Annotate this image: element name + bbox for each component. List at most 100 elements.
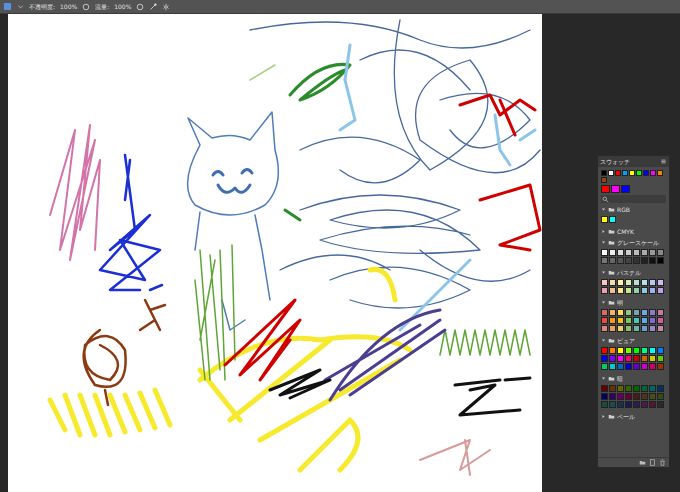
- color-swatch[interactable]: [657, 355, 664, 362]
- color-swatch[interactable]: [609, 363, 616, 370]
- chevron-icon[interactable]: [601, 376, 606, 381]
- color-swatch[interactable]: [649, 385, 656, 392]
- new-folder-icon[interactable]: [639, 459, 646, 466]
- color-swatch[interactable]: [621, 185, 630, 193]
- color-swatch[interactable]: [657, 347, 664, 354]
- color-swatch[interactable]: [601, 249, 608, 256]
- color-swatch[interactable]: [609, 385, 616, 392]
- color-swatch[interactable]: [649, 279, 656, 286]
- color-swatch[interactable]: [657, 170, 663, 176]
- color-swatch[interactable]: [641, 249, 648, 256]
- swatch-group[interactable]: RGB: [601, 205, 666, 214]
- chevron-icon[interactable]: [601, 338, 606, 343]
- dropdown-icon[interactable]: [17, 3, 24, 10]
- color-swatch[interactable]: [609, 249, 616, 256]
- color-swatch[interactable]: [617, 325, 624, 332]
- color-swatch[interactable]: [641, 287, 648, 294]
- swatch-group[interactable]: ピュア: [601, 336, 666, 345]
- drawing-canvas[interactable]: [8, 14, 542, 492]
- color-swatch[interactable]: [633, 363, 640, 370]
- color-swatch[interactable]: [617, 287, 624, 294]
- color-swatch[interactable]: [601, 393, 608, 400]
- color-swatch[interactable]: [633, 355, 640, 362]
- color-swatch[interactable]: [617, 249, 624, 256]
- color-swatch[interactable]: [601, 401, 608, 408]
- color-swatch[interactable]: [633, 309, 640, 316]
- color-swatch[interactable]: [657, 287, 664, 294]
- color-swatch[interactable]: [657, 279, 664, 286]
- color-swatch[interactable]: [657, 401, 664, 408]
- color-swatch[interactable]: [650, 170, 656, 176]
- color-swatch[interactable]: [609, 347, 616, 354]
- color-swatch[interactable]: [657, 325, 664, 332]
- new-swatch-icon[interactable]: [649, 459, 656, 466]
- color-swatch[interactable]: [649, 393, 656, 400]
- color-swatch[interactable]: [657, 257, 664, 264]
- color-swatch[interactable]: [601, 170, 607, 176]
- color-swatch[interactable]: [608, 170, 614, 176]
- color-swatch[interactable]: [617, 279, 624, 286]
- color-swatch[interactable]: [633, 325, 640, 332]
- color-swatch[interactable]: [617, 401, 624, 408]
- color-swatch[interactable]: [649, 363, 656, 370]
- color-swatch[interactable]: [641, 325, 648, 332]
- color-swatch[interactable]: [609, 401, 616, 408]
- color-swatch[interactable]: [625, 347, 632, 354]
- color-swatch[interactable]: [625, 325, 632, 332]
- color-swatch[interactable]: [601, 287, 608, 294]
- color-swatch[interactable]: [625, 257, 632, 264]
- menu-icon[interactable]: [660, 158, 667, 165]
- color-swatch[interactable]: [601, 363, 608, 370]
- color-swatch[interactable]: [609, 287, 616, 294]
- color-swatch[interactable]: [617, 385, 624, 392]
- color-swatch[interactable]: [641, 347, 648, 354]
- color-swatch[interactable]: [649, 325, 656, 332]
- color-swatch[interactable]: [643, 170, 649, 176]
- color-swatch[interactable]: [633, 401, 640, 408]
- color-swatch[interactable]: [657, 317, 664, 324]
- color-swatch[interactable]: [601, 325, 608, 332]
- color-swatch[interactable]: [641, 393, 648, 400]
- color-swatch[interactable]: [641, 363, 648, 370]
- color-swatch[interactable]: [657, 363, 664, 370]
- color-swatch[interactable]: [649, 401, 656, 408]
- color-swatch[interactable]: [617, 347, 624, 354]
- color-swatch[interactable]: [657, 309, 664, 316]
- color-swatch[interactable]: [633, 347, 640, 354]
- color-swatch[interactable]: [625, 393, 632, 400]
- color-swatch[interactable]: [625, 279, 632, 286]
- color-swatch[interactable]: [625, 309, 632, 316]
- color-swatch[interactable]: [609, 355, 616, 362]
- color-swatch[interactable]: [633, 257, 640, 264]
- color-swatch[interactable]: [633, 385, 640, 392]
- color-swatch[interactable]: [633, 287, 640, 294]
- color-swatch[interactable]: [625, 317, 632, 324]
- color-swatch[interactable]: [633, 393, 640, 400]
- color-swatch[interactable]: [609, 257, 616, 264]
- color-swatch[interactable]: [649, 287, 656, 294]
- color-swatch[interactable]: [622, 170, 628, 176]
- color-swatch[interactable]: [601, 309, 608, 316]
- color-swatch[interactable]: [601, 279, 608, 286]
- color-swatch[interactable]: [641, 257, 648, 264]
- color-swatch[interactable]: [625, 363, 632, 370]
- chevron-icon[interactable]: [601, 270, 606, 275]
- color-swatch[interactable]: [609, 317, 616, 324]
- color-swatch[interactable]: [609, 216, 616, 223]
- color-swatch[interactable]: [601, 257, 608, 264]
- color-swatch[interactable]: [649, 347, 656, 354]
- color-swatch[interactable]: [617, 363, 624, 370]
- brush-icon[interactable]: [3, 2, 12, 11]
- color-swatch[interactable]: [601, 177, 607, 183]
- color-swatch[interactable]: [657, 393, 664, 400]
- color-swatch[interactable]: [633, 279, 640, 286]
- color-swatch[interactable]: [609, 309, 616, 316]
- color-swatch[interactable]: [657, 249, 664, 256]
- color-swatch[interactable]: [649, 249, 656, 256]
- color-swatch[interactable]: [601, 385, 608, 392]
- color-swatch[interactable]: [625, 401, 632, 408]
- color-swatch[interactable]: [641, 385, 648, 392]
- scribble-drawing[interactable]: [8, 14, 542, 492]
- color-swatch[interactable]: [601, 185, 610, 193]
- color-swatch[interactable]: [649, 355, 656, 362]
